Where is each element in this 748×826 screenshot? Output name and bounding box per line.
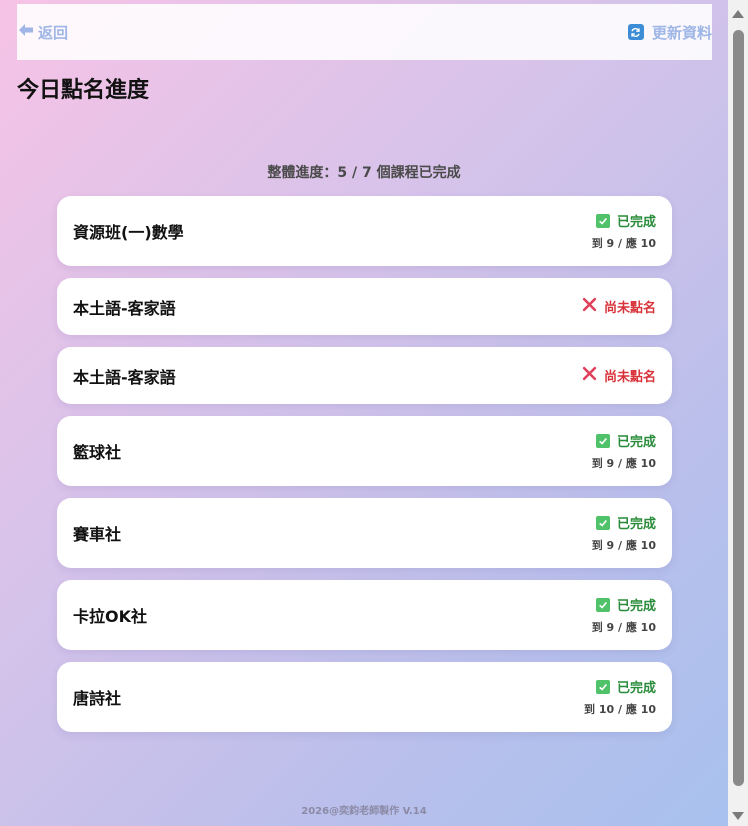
course-name: 籃球社 — [73, 443, 122, 462]
attendance-count: 到 9 / 應 10 — [591, 621, 656, 634]
cross-icon — [582, 366, 597, 385]
check-icon — [595, 213, 610, 228]
back-label: 返回 — [38, 23, 69, 42]
app-window: 返回 更新資料 今日點名進度 整體進度：5 / 7 個課程已完成 資源班(一)數… — [0, 0, 728, 826]
course-card[interactable]: 本土語-客家語 尚未點名 — [57, 278, 672, 335]
overall-progress: 整體進度：5 / 7 個課程已完成 — [267, 165, 461, 181]
course-status: 已完成 到 10 / 應 10 — [584, 677, 656, 717]
refresh-button[interactable]: 更新資料 — [627, 22, 712, 43]
course-card[interactable]: 籃球社 已完成 到 9 / 應 10 — [57, 416, 672, 486]
attendance-count: 到 9 / 應 10 — [591, 237, 656, 250]
course-status: 已完成 到 9 / 應 10 — [592, 211, 656, 251]
scroll-down-icon[interactable] — [732, 812, 744, 820]
status-label: 已完成 — [616, 435, 656, 450]
course-name: 賽車社 — [73, 525, 122, 544]
check-icon — [595, 515, 610, 530]
course-name: 資源班(一)數學 — [73, 223, 184, 242]
course-name: 本土語-客家語 — [73, 298, 176, 318]
top-bar: 返回 更新資料 — [17, 4, 712, 60]
course-card[interactable]: 本土語-客家語 尚未點名 — [57, 347, 672, 404]
arrow-left-icon — [18, 23, 34, 41]
status-label: 已完成 — [616, 599, 656, 614]
status-label: 已完成 — [616, 517, 656, 532]
scroll-up-icon[interactable] — [732, 10, 744, 18]
course-status: 已完成 到 9 / 應 10 — [592, 595, 656, 635]
course-status: 尚未點名 — [582, 297, 656, 316]
scrollbar-thumb[interactable] — [733, 30, 744, 786]
check-icon — [595, 597, 610, 612]
footer-credit: 2026@奕鈞老師製作 V.14 — [301, 806, 427, 817]
course-card[interactable]: 卡拉OK社 已完成 到 9 / 應 10 — [57, 580, 672, 650]
status-label: 已完成 — [616, 681, 656, 696]
check-icon — [595, 679, 610, 694]
course-card[interactable]: 賽車社 已完成 到 9 / 應 10 — [57, 498, 672, 568]
status-label: 已完成 — [616, 215, 656, 230]
vertical-scrollbar[interactable] — [728, 0, 748, 826]
attendance-count: 到 10 / 應 10 — [584, 703, 656, 716]
refresh-label: 更新資料 — [651, 23, 712, 42]
check-icon — [595, 433, 610, 448]
page-title: 今日點名進度 — [17, 78, 150, 103]
refresh-icon — [627, 24, 644, 40]
cross-icon — [582, 297, 597, 316]
course-status: 尚未點名 — [582, 366, 656, 385]
back-button[interactable]: 返回 — [17, 22, 68, 43]
course-card[interactable]: 唐詩社 已完成 到 10 / 應 10 — [57, 662, 672, 732]
status-label: 尚未點名 — [603, 301, 656, 316]
course-name: 本土語-客家語 — [73, 367, 176, 387]
course-status: 已完成 到 9 / 應 10 — [592, 431, 656, 471]
attendance-count: 到 9 / 應 10 — [591, 539, 656, 552]
status-label: 尚未點名 — [603, 370, 656, 385]
attendance-count: 到 9 / 應 10 — [591, 457, 656, 470]
course-name: 唐詩社 — [73, 689, 122, 708]
course-card[interactable]: 資源班(一)數學 已完成 到 9 / 應 10 — [57, 196, 672, 266]
course-status: 已完成 到 9 / 應 10 — [592, 513, 656, 553]
course-name: 卡拉OK社 — [73, 607, 148, 626]
